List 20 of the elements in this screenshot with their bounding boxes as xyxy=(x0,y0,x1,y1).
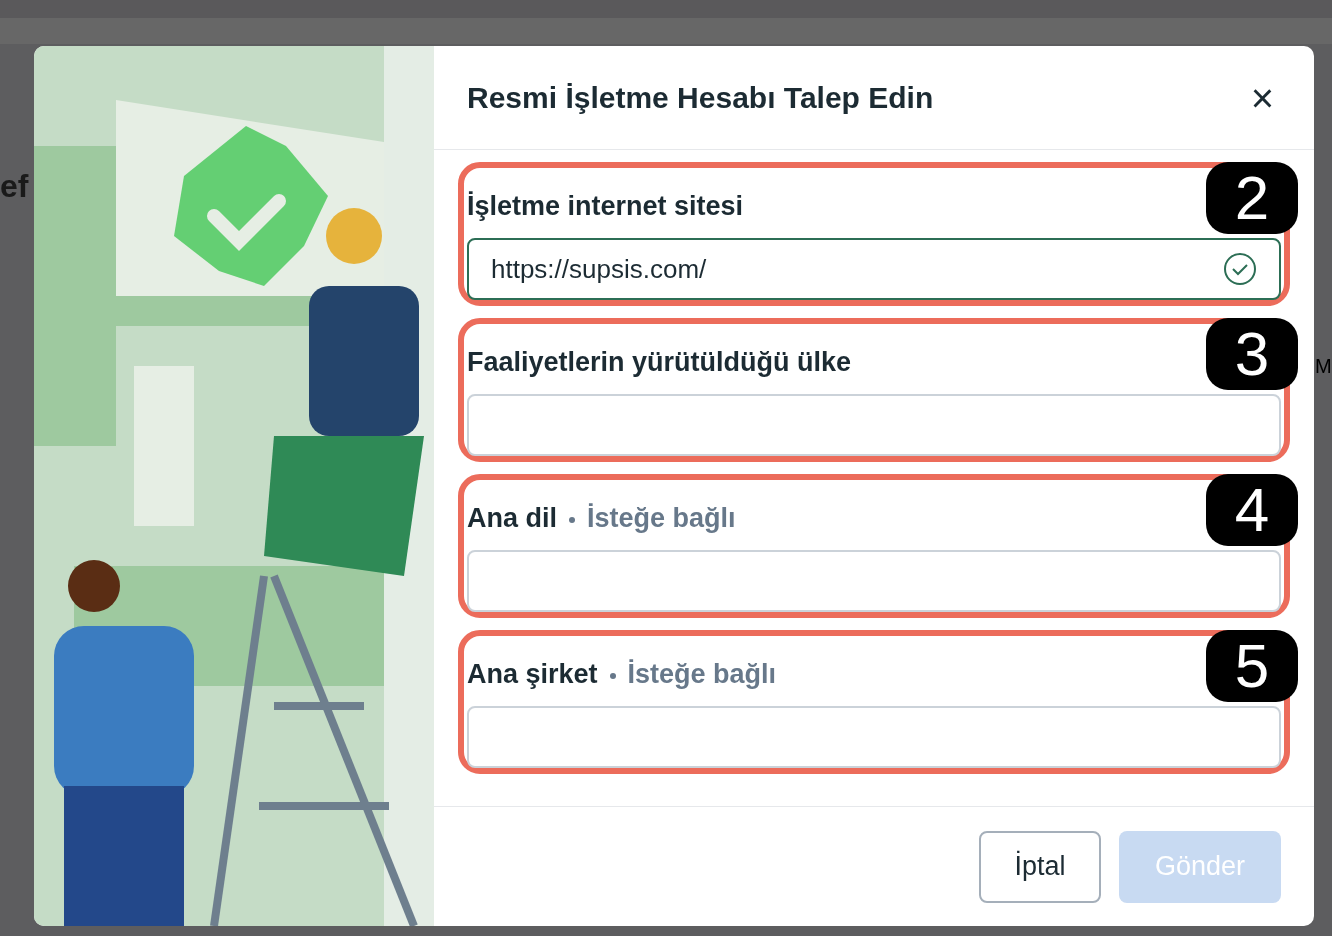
step-number-badge: 5 xyxy=(1206,630,1298,702)
check-circle-icon xyxy=(1223,252,1257,287)
optional-label: İsteğe bağlı xyxy=(627,661,777,689)
optional-label: İsteğe bağlı xyxy=(587,505,736,533)
step-number-badge: 3 xyxy=(1206,318,1298,390)
field-label: Ana dil xyxy=(467,505,557,533)
input-field[interactable] xyxy=(467,550,1281,612)
input-field[interactable]: https://supsis.com/ xyxy=(467,238,1281,300)
field-label: Ana şirket xyxy=(467,661,598,689)
input-field[interactable] xyxy=(467,394,1281,456)
input-field[interactable] xyxy=(467,706,1281,768)
close-button[interactable]: × xyxy=(1250,77,1274,118)
cancel-button[interactable]: İptal xyxy=(979,830,1101,903)
field-label: İşletme internet sitesi xyxy=(467,193,744,221)
page-text: M xyxy=(1315,356,1332,376)
step-number-badge: 2 xyxy=(1206,162,1298,234)
field-label: Faaliyetlerin yürütüldüğü ülke xyxy=(467,349,852,377)
page-heading: ef xyxy=(0,170,29,202)
step-number-badge: 4 xyxy=(1206,474,1298,546)
dialog-title: Resmi İşletme Hesabı Talep Edin xyxy=(467,80,934,116)
